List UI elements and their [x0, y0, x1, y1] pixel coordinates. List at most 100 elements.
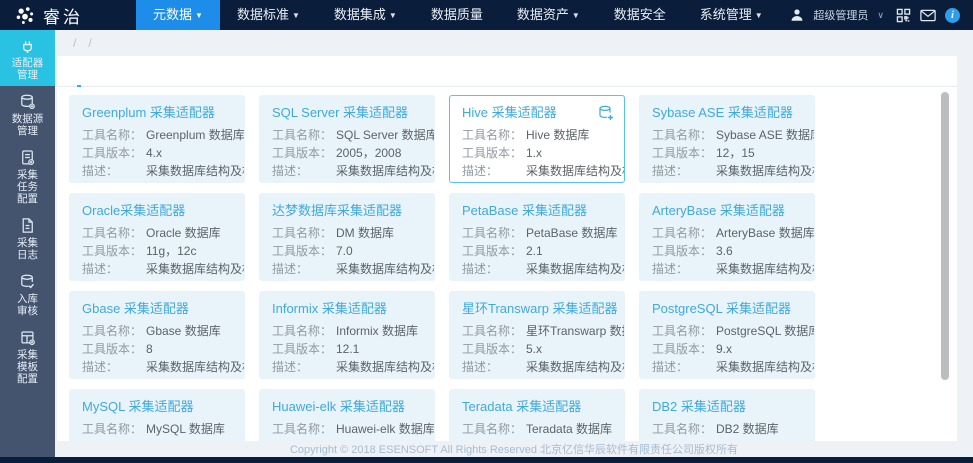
content-panel: Greenplum 采集适配器 工具名称： Greenplum 数据库 工具版本…	[57, 56, 957, 441]
sidebar-item[interactable]: 采集 模板 配置	[0, 322, 55, 390]
tool-name-label: 工具名称：	[462, 422, 523, 436]
navbar-right: 超级管理员 ∨ i	[790, 7, 973, 23]
top-navbar: 睿治 元数据 ▼ 数据标准 ▼ 数据集成 ▼ 数据质量 数据资产 ▼ 数据安全 系统管理 ▼ 超级管理…	[0, 0, 973, 30]
adapter-card[interactable]: 星环Transwarp 采集适配器 工具名称： 星环Transwarp 数据库 …	[449, 291, 625, 379]
adapter-card[interactable]: Informix 采集适配器 工具名称： Informix 数据库 工具版本： …	[259, 291, 435, 379]
tool-name-value: ArteryBase 数据库	[716, 226, 815, 240]
adapter-card-title[interactable]: 达梦数据库采集适配器	[272, 203, 422, 219]
adapter-card[interactable]: Sybase ASE 采集适配器 工具名称： Sybase ASE 数据库 工具…	[639, 95, 815, 183]
adapter-card[interactable]: Teradata 采集适配器 工具名称： Teradata 数据库	[449, 389, 625, 441]
description-label: 描述：	[652, 360, 689, 374]
sidebar-item-label: 采集 日志	[17, 237, 38, 261]
adapter-card-title[interactable]: PostgreSQL 采集适配器	[652, 301, 802, 317]
adapter-card[interactable]: Oracle采集适配器 工具名称： Oracle 数据库 工具版本： 11g，1…	[69, 193, 245, 281]
adapter-card-grid: Greenplum 采集适配器 工具名称： Greenplum 数据库 工具版本…	[57, 87, 957, 441]
adapter-card-title[interactable]: Greenplum 采集适配器	[82, 105, 232, 121]
tool-name-label: 工具名称：	[652, 226, 713, 240]
adapter-card-title[interactable]: ArteryBase 采集适配器	[652, 203, 802, 219]
app-window: 睿治 元数据 ▼ 数据标准 ▼ 数据集成 ▼ 数据质量 数据资产 ▼ 数据安全 系统管理 ▼ 超级管理…	[0, 0, 973, 463]
adapter-card-title[interactable]: SQL Server 采集适配器	[272, 105, 422, 121]
scrollbar-track[interactable]	[941, 92, 949, 380]
database-icon	[18, 92, 37, 111]
tool-name-value: Hive 数据库	[526, 128, 590, 142]
caret-down-icon: ▼	[291, 11, 300, 20]
plug-icon	[18, 36, 37, 55]
brand-logo[interactable]: 睿治	[0, 3, 134, 28]
user-avatar-icon[interactable]	[790, 8, 804, 22]
tab[interactable]	[137, 72, 141, 86]
adapter-card-title[interactable]: Teradata 采集适配器	[462, 399, 612, 415]
sidebar: 适配器 管理 数据源 管理 采集 任务 配置 采集 日志 入库 审核 采集 模板 配置	[0, 30, 55, 457]
main-area: 适配器 管理 数据源 管理 采集 任务 配置 采集 日志 入库 审核 采集 模板 配置 / / G…	[0, 30, 973, 457]
tab[interactable]	[107, 72, 111, 86]
adapter-card[interactable]: PostgreSQL 采集适配器 工具名称： PostgreSQL 数据库 工具…	[639, 291, 815, 379]
tool-name-label: 工具名称：	[652, 128, 713, 142]
tool-name-value: SQL Server 数据库	[336, 128, 435, 142]
adapter-card-title[interactable]: Gbase 采集适配器	[82, 301, 232, 317]
nav-item[interactable]: 数据质量	[414, 0, 500, 30]
adapter-card-title[interactable]: Huawei-elk 采集适配器	[272, 399, 422, 415]
description-label: 描述：	[82, 360, 119, 374]
tool-name-value: Greenplum 数据库	[146, 128, 245, 142]
adapter-card-title[interactable]: 星环Transwarp 采集适配器	[462, 301, 618, 317]
nav-item[interactable]: 数据标准 ▼	[220, 0, 317, 30]
database-add-icon[interactable]	[598, 105, 614, 126]
adapter-card[interactable]: 达梦数据库采集适配器 工具名称： DM 数据库 工具版本： 7.0 描述： 采集…	[259, 193, 435, 281]
tool-name-label: 工具名称：	[272, 128, 333, 142]
nav-item[interactable]: 数据安全	[597, 0, 683, 30]
sidebar-item[interactable]: 适配器 管理	[0, 30, 55, 86]
description-label: 描述：	[462, 164, 499, 178]
tool-name-value: PetaBase 数据库	[526, 226, 618, 240]
tool-name-value: Gbase 数据库	[146, 324, 221, 338]
adapter-card[interactable]: MySQL 采集适配器 工具名称： MySQL 数据库	[69, 389, 245, 441]
adapter-card[interactable]: PetaBase 采集适配器 工具名称： PetaBase 数据库 工具版本： …	[449, 193, 625, 281]
tab[interactable]	[167, 72, 171, 86]
adapter-card[interactable]: ArteryBase 采集适配器 工具名称： ArteryBase 数据库 工具…	[639, 193, 815, 281]
qr-code-icon[interactable]	[896, 8, 911, 23]
user-name[interactable]: 超级管理员	[813, 7, 868, 23]
description-value: 采集数据库结构及相关对象	[336, 164, 434, 178]
adapter-card-title[interactable]: Informix 采集适配器	[272, 301, 422, 317]
adapter-card-title[interactable]: Oracle采集适配器	[82, 203, 232, 219]
sidebar-item[interactable]: 采集 日志	[0, 210, 55, 266]
description-label: 描述：	[652, 262, 689, 276]
tool-version-value: 12.1	[336, 342, 360, 356]
chevron-down-icon[interactable]: ∨	[877, 10, 884, 21]
adapter-card-title[interactable]: MySQL 采集适配器	[82, 399, 232, 415]
description-value: 采集数据库结构及相关对象	[146, 360, 244, 374]
description-label: 描述：	[652, 164, 689, 178]
sidebar-item[interactable]: 数据源 管理	[0, 86, 55, 142]
tool-version-label: 工具版本：	[82, 342, 143, 356]
sidebar-item-label: 采集 任务 配置	[17, 169, 38, 205]
tool-name-label: 工具名称：	[82, 128, 143, 142]
nav-item[interactable]: 系统管理 ▼	[683, 0, 780, 30]
adapter-card[interactable]: Greenplum 采集适配器 工具名称： Greenplum 数据库 工具版本…	[69, 95, 245, 183]
sidebar-item[interactable]: 入库 审核	[0, 266, 55, 322]
nav-item[interactable]: 数据集成 ▼	[317, 0, 414, 30]
info-icon[interactable]: i	[945, 7, 960, 23]
tool-name-label: 工具名称：	[462, 128, 523, 142]
mail-icon[interactable]	[920, 9, 936, 22]
caret-down-icon: ▼	[388, 11, 397, 20]
tab[interactable]	[77, 72, 81, 87]
scrollbar-thumb[interactable]	[941, 92, 949, 380]
adapter-card[interactable]: SQL Server 采集适配器 工具名称： SQL Server 数据库 工具…	[259, 95, 435, 183]
adapter-card[interactable]: Gbase 采集适配器 工具名称： Gbase 数据库 工具版本： 8 描述： …	[69, 291, 245, 379]
adapter-card-title[interactable]: Hive 采集适配器	[462, 105, 612, 121]
adapter-card-title[interactable]: DB2 采集适配器	[652, 399, 802, 415]
adapter-card[interactable]: DB2 采集适配器 工具名称： DB2 数据库	[639, 389, 815, 441]
tool-name-value: DB2 数据库	[716, 422, 779, 436]
sidebar-item[interactable]: 采集 任务 配置	[0, 142, 55, 210]
tool-version-label: 工具版本：	[272, 244, 333, 258]
bottom-strip	[0, 457, 973, 463]
nav-item[interactable]: 元数据 ▼	[136, 0, 220, 30]
adapter-card[interactable]: Hive 采集适配器 工具名称： Hive 数据库 工具版本： 1.x 描述： …	[449, 95, 625, 183]
description-value: 采集数据库结构及相关对象	[716, 360, 814, 374]
nav-item[interactable]: 数据资产 ▼	[500, 0, 597, 30]
tool-name-label: 工具名称：	[82, 422, 143, 436]
log-file-icon	[18, 216, 37, 235]
adapter-card[interactable]: Huawei-elk 采集适配器 工具名称： Huawei-elk 数据库	[259, 389, 435, 441]
tool-version-value: 1.x	[526, 146, 543, 160]
adapter-card-title[interactable]: PetaBase 采集适配器	[462, 203, 612, 219]
adapter-card-title[interactable]: Sybase ASE 采集适配器	[652, 105, 802, 121]
